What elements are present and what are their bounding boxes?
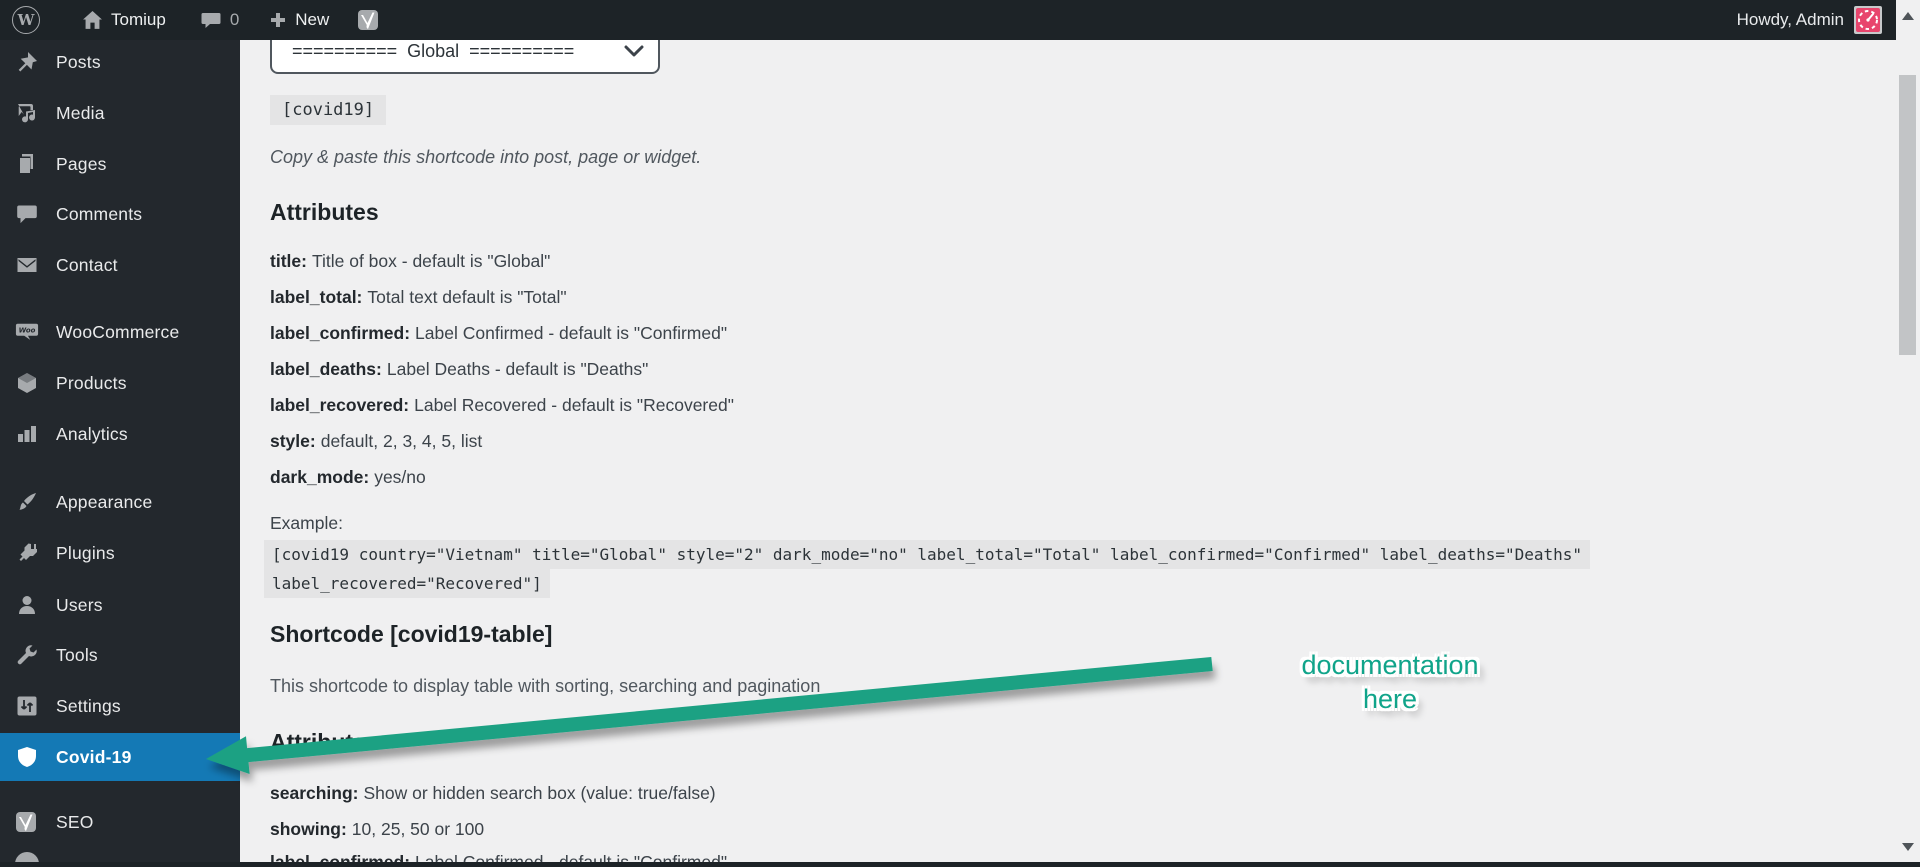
woocommerce-icon: Woo [15, 320, 39, 344]
attributes-heading-2: Attributes [270, 729, 379, 755]
example-code-block[interactable]: [covid19 country="Vietnam" title="Global… [264, 540, 1591, 598]
copy-note: Copy & paste this shortcode into post, p… [270, 147, 702, 167]
wrench-icon [15, 643, 39, 667]
bar-chart-icon [15, 422, 39, 446]
attr-dark-mode: dark_mode: yes/no [270, 467, 426, 487]
sidebar-item-appearance[interactable]: Appearance [0, 480, 240, 524]
attr-label-total: label_total: Total text default is "Total… [270, 287, 567, 307]
sidebar-item-pages[interactable]: Pages [0, 142, 240, 186]
sidebar-item-posts[interactable]: Posts [0, 40, 240, 84]
annotation-line1: documentation [1301, 650, 1479, 680]
sidebar-item-products[interactable]: Products [0, 361, 240, 405]
sidebar-item-woocommerce[interactable]: Woo WooCommerce [0, 310, 240, 354]
sidebar-item-seo[interactable]: SEO [0, 800, 240, 844]
admin-sidebar: Posts Media Pages Comments Contact Woo W… [0, 40, 240, 862]
attr-label-deaths: label_deaths: Label Deaths - default is "… [270, 359, 649, 379]
paintbrush-icon [15, 490, 39, 514]
attr-label-recovered: label_recovered: Label Recovered - defaul… [270, 395, 734, 415]
wordpress-menu-button[interactable]: W [0, 0, 50, 40]
user-icon [15, 593, 39, 617]
sidebar-item-users[interactable]: Users [0, 583, 240, 627]
table-shortcode-description: This shortcode to display table with sor… [270, 676, 821, 696]
attr-style: style: default, 2, 3, 4, 5, list [270, 431, 483, 451]
vertical-scrollbar[interactable] [1896, 0, 1920, 867]
comments-indicator[interactable]: 0 [190, 0, 249, 40]
yoast-seo-menu[interactable] [347, 0, 391, 40]
annotation-line2: here [1362, 684, 1418, 714]
plug-icon [15, 541, 39, 565]
pages-icon [15, 152, 39, 176]
yoast-icon [15, 810, 39, 834]
pushpin-icon [15, 50, 39, 74]
sidebar-item-comments[interactable]: Comments [0, 192, 240, 236]
envelope-icon [15, 253, 39, 277]
sidebar-item-plugins[interactable]: Plugins [0, 531, 240, 575]
chevron-down-icon [624, 44, 644, 58]
howdy-label[interactable]: Howdy, Admin [1737, 10, 1844, 30]
media-icon [15, 101, 39, 125]
example-code-line2: label_recovered="Recovered"] [264, 569, 550, 598]
attr-showing: showing: 10, 25, 50 or 100 [270, 819, 485, 839]
annotation-label: documentation here [1255, 648, 1525, 716]
new-label: New [295, 10, 330, 29]
table-shortcode-heading: Shortcode [covid19-table] [270, 621, 553, 647]
comments-count: 0 [229, 10, 240, 29]
select-value: ========== Global ========== [292, 40, 575, 61]
comment-bubble-icon [200, 9, 222, 31]
sidebar-item-settings[interactable]: Settings [0, 684, 240, 728]
attr-label-confirmed: label_confirmed: Label Confirmed - defaul… [270, 323, 728, 343]
wordpress-admin-screen: W Tomiup 0 New Howdy, Admin Posts Media … [0, 0, 1920, 867]
scrollbar-thumb[interactable] [1899, 75, 1916, 355]
bottom-edge-strip [0, 862, 1920, 867]
site-name-button[interactable]: Tomiup [72, 0, 176, 40]
box-icon [15, 371, 39, 395]
example-label: Example: [270, 513, 343, 533]
sliders-icon [15, 694, 39, 718]
svg-text:Woo: Woo [19, 326, 36, 334]
wordpress-logo-icon: W [12, 6, 40, 34]
home-icon [82, 10, 103, 31]
sidebar-item-media[interactable]: Media [0, 91, 240, 135]
scroll-up-arrow-icon[interactable] [1902, 12, 1914, 20]
comment-bubble-icon [15, 202, 39, 226]
partial-menu-icon [15, 852, 39, 862]
sidebar-item-analytics[interactable]: Analytics [0, 412, 240, 456]
example-code-line1: [covid19 country="Vietnam" title="Global… [264, 540, 1591, 569]
attr-title: title: Title of box - default is "Global" [270, 251, 551, 271]
scroll-down-arrow-icon[interactable] [1902, 843, 1914, 851]
sidebar-item-tools[interactable]: Tools [0, 633, 240, 677]
admin-bar: W Tomiup 0 New Howdy, Admin [0, 0, 1896, 40]
plus-icon [269, 11, 287, 29]
shield-icon [15, 745, 39, 769]
yoast-icon [357, 8, 381, 32]
attributes-heading-1: Attributes [270, 199, 379, 225]
sidebar-item-covid19[interactable]: Covid-19 [0, 733, 240, 781]
new-content-button[interactable]: New [259, 0, 339, 40]
site-name-label: Tomiup [111, 10, 166, 29]
shortcode-snippet[interactable]: [covid19] [270, 95, 387, 125]
avatar[interactable] [1854, 6, 1882, 34]
sidebar-item-contact[interactable]: Contact [0, 243, 240, 287]
attr-searching: searching: Show or hidden search box (val… [270, 783, 716, 803]
